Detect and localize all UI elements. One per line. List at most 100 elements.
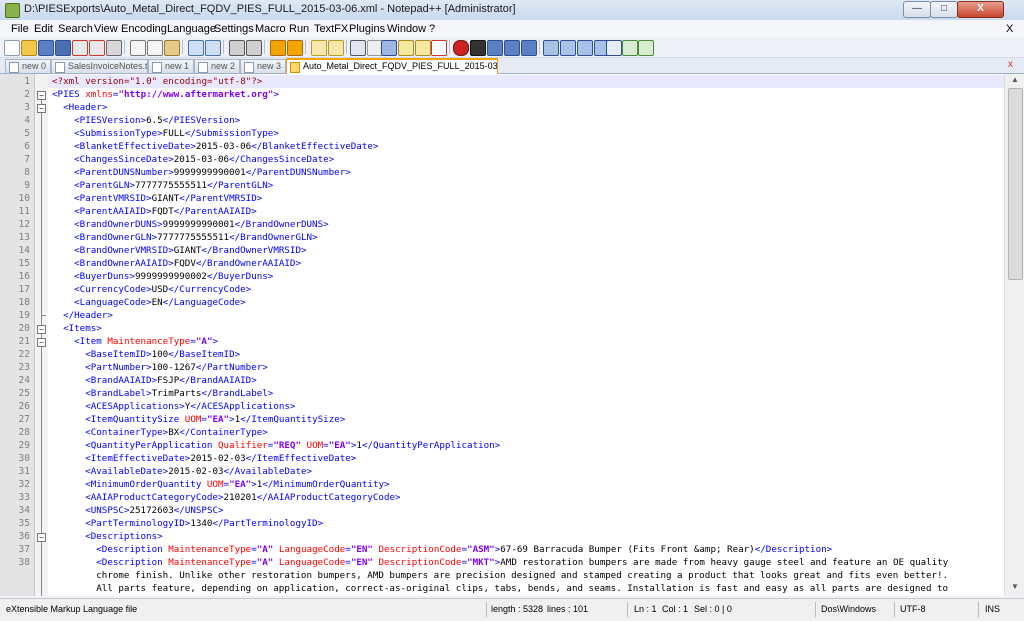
zoom-in-icon[interactable]: [270, 40, 286, 56]
code-line[interactable]: <AvailableDate>2015-02-03</AvailableDate…: [52, 465, 312, 478]
close-file-icon[interactable]: [72, 40, 88, 56]
play-macro-icon[interactable]: [487, 40, 503, 56]
fold-toggle-icon[interactable]: −: [37, 91, 46, 100]
code-line[interactable]: <BrandOwnerDUNS>9999999990001</BrandOwne…: [52, 218, 329, 231]
code-line[interactable]: <PartTerminologyID>1340</PartTerminology…: [52, 517, 323, 530]
code-line[interactable]: <BrandAAIAID>FSJP</BrandAAIAID>: [52, 374, 257, 387]
stop-macro-icon[interactable]: [470, 40, 486, 56]
save-macro-icon[interactable]: [521, 40, 537, 56]
scroll-thumb[interactable]: [1008, 88, 1023, 280]
paste-icon[interactable]: [164, 40, 180, 56]
word-wrap-icon[interactable]: [350, 40, 366, 56]
code-line[interactable]: <BaseItemID>100</BaseItemID>: [52, 348, 240, 361]
code-line[interactable]: <BlanketEffectiveDate>2015-03-06</Blanke…: [52, 140, 378, 153]
tab-new-3[interactable]: new 3: [240, 59, 286, 73]
code-line[interactable]: <BrandOwnerAAIAID>FQDV</BrandOwnerAAIAID…: [52, 257, 301, 270]
code-line[interactable]: <ChangesSinceDate>2015-03-06</ChangesSin…: [52, 153, 334, 166]
menu-run[interactable]: Run: [289, 23, 309, 35]
play-multiple-icon[interactable]: [504, 40, 520, 56]
menu-macro[interactable]: Macro: [255, 23, 286, 35]
menu-view[interactable]: View: [94, 23, 118, 35]
status-encoding[interactable]: UTF-8: [900, 604, 926, 614]
menu-language[interactable]: Language: [167, 23, 216, 35]
plugin-tool-1-icon[interactable]: [543, 40, 559, 56]
find-icon[interactable]: [229, 40, 245, 56]
vertical-scrollbar[interactable]: ▲ ▼: [1004, 74, 1024, 596]
code-line[interactable]: All parts feature, depending on applicat…: [52, 582, 948, 595]
code-line[interactable]: <ParentAAIAID>FQDT</ParentAAIAID>: [52, 205, 257, 218]
record-macro-icon[interactable]: [453, 40, 469, 56]
code-line[interactable]: <AAIAProductCategoryCode>210201</AAIAPro…: [52, 491, 400, 504]
code-line[interactable]: chrome finish. Unlike other restoration …: [52, 569, 948, 582]
fold-toggle-icon[interactable]: −: [37, 325, 46, 334]
zoom-out-icon[interactable]: [287, 40, 303, 56]
redo-icon[interactable]: [205, 40, 221, 56]
code-line[interactable]: </Header>: [52, 309, 113, 322]
tab-sales-invoice-notes[interactable]: SalesInvoiceNotes.txt: [51, 59, 148, 73]
code-line[interactable]: <BuyerDuns>9999999990002</BuyerDuns>: [52, 270, 273, 283]
menu-search[interactable]: Search: [58, 23, 93, 35]
code-line[interactable]: <UNSPSC>25172603</UNSPSC>: [52, 504, 223, 517]
code-line[interactable]: <Items>: [52, 322, 102, 335]
function-list-icon[interactable]: [431, 40, 447, 56]
code-line[interactable]: <ContainerType>BX</ContainerType>: [52, 426, 268, 439]
new-file-icon[interactable]: [4, 40, 20, 56]
copy-icon[interactable]: [147, 40, 163, 56]
save-all-icon[interactable]: [55, 40, 71, 56]
code-line[interactable]: <ParentGLN>7777775555511</ParentGLN>: [52, 179, 273, 192]
menu-textfx[interactable]: TextFX: [314, 23, 348, 35]
code-area[interactable]: <?xml version="1.0" encoding="utf-8"?> <P…: [48, 74, 1004, 596]
code-line[interactable]: <SubmissionType>FULL</SubmissionType>: [52, 127, 279, 140]
code-line[interactable]: <Item MaintenanceType="A">: [52, 335, 218, 348]
close-document-button[interactable]: X: [1006, 23, 1013, 35]
minimize-button[interactable]: —: [903, 1, 931, 18]
tab-new-2[interactable]: new 2: [194, 59, 240, 73]
menu-help[interactable]: ?: [429, 23, 435, 35]
save-icon[interactable]: [38, 40, 54, 56]
code-line[interactable]: <Description MaintenanceType="A" Languag…: [52, 556, 948, 569]
sync-vertical-icon[interactable]: [311, 40, 327, 56]
close-tab-icon[interactable]: x: [1008, 59, 1013, 70]
plugin-tool-3-icon[interactable]: [577, 40, 593, 56]
code-line[interactable]: <ACESApplications>Y</ACESApplications>: [52, 400, 295, 413]
spell-check-auto-icon[interactable]: [638, 40, 654, 56]
maximize-button[interactable]: □: [930, 1, 958, 18]
code-line[interactable]: <Descriptions>: [52, 530, 162, 543]
print-icon[interactable]: [106, 40, 122, 56]
spell-check-icon[interactable]: [606, 40, 622, 56]
code-line[interactable]: <PIES xmlns="http://www.aftermarket.org"…: [52, 88, 279, 101]
code-line[interactable]: <BrandOwnerGLN>7777775555511</BrandOwner…: [52, 231, 317, 244]
code-line[interactable]: <?xml version="1.0" encoding="utf-8"?>: [48, 75, 1004, 88]
code-line[interactable]: <CurrencyCode>USD</CurrencyCode>: [52, 283, 251, 296]
undo-icon[interactable]: [188, 40, 204, 56]
code-line[interactable]: <QuantityPerApplication Qualifier="REQ" …: [52, 439, 500, 452]
code-line[interactable]: <PartNumber>100-1267</PartNumber>: [52, 361, 268, 374]
scroll-down-icon[interactable]: ▼: [1009, 582, 1021, 594]
code-line[interactable]: <PIESVersion>6.5</PIESVersion>: [52, 114, 240, 127]
code-line[interactable]: <BrandLabel>TrimParts</BrandLabel>: [52, 387, 273, 400]
code-line[interactable]: <BrandOwnerVMRSID>GIANT</BrandOwnerVMRSI…: [52, 244, 306, 257]
sync-horizontal-icon[interactable]: [328, 40, 344, 56]
code-line[interactable]: <Header>: [52, 101, 107, 114]
cut-icon[interactable]: [130, 40, 146, 56]
code-line[interactable]: <ParentDUNSNumber>9999999990001</ParentD…: [52, 166, 351, 179]
menu-window[interactable]: Window: [387, 23, 426, 35]
menu-settings[interactable]: Settings: [214, 23, 254, 35]
fold-toggle-icon[interactable]: −: [37, 533, 46, 542]
code-line[interactable]: <MinimumOrderQuantity UOM="EA">1</Minimu…: [52, 478, 389, 491]
tab-new-0[interactable]: new 0: [5, 59, 51, 73]
menu-file[interactable]: File: [11, 23, 29, 35]
fold-toggle-icon[interactable]: −: [37, 104, 46, 113]
menu-plugins[interactable]: Plugins: [349, 23, 385, 35]
plugin-tool-2-icon[interactable]: [560, 40, 576, 56]
tab-new-1[interactable]: new 1: [148, 59, 194, 73]
status-eol-format[interactable]: Dos\Windows: [821, 604, 876, 614]
status-insert-mode[interactable]: INS: [985, 604, 1000, 614]
scroll-up-icon[interactable]: ▲: [1009, 75, 1021, 87]
language-icon[interactable]: [398, 40, 414, 56]
code-line[interactable]: <ItemEffectiveDate>2015-02-03</ItemEffec…: [52, 452, 356, 465]
open-file-icon[interactable]: [21, 40, 37, 56]
code-line[interactable]: <ParentVMRSID>GIANT</ParentVMRSID>: [52, 192, 262, 205]
close-button[interactable]: X: [957, 1, 1004, 18]
code-line[interactable]: <ItemQuantitySize UOM="EA">1</ItemQuanti…: [52, 413, 345, 426]
